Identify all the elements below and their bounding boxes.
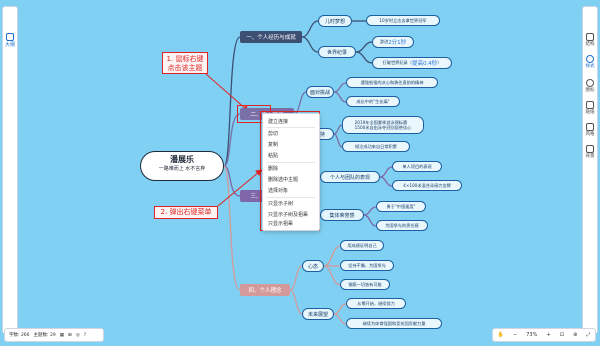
fit-icon[interactable]: ⊡ bbox=[560, 332, 564, 338]
menu-item-delete-selected[interactable]: 删除选中主题 bbox=[268, 176, 298, 183]
leaf-responsibility[interactable]: 为国争光的责任感 bbox=[376, 220, 428, 231]
topic-team-honor[interactable]: 集体荣誉感 bbox=[320, 209, 364, 221]
right-sidebar: 结构 样式 图标 贴纸 风格 背景 bbox=[582, 6, 598, 334]
outline-icon bbox=[6, 33, 14, 41]
root-title: 潘展乐 bbox=[170, 155, 194, 164]
leaf-prove-self[interactable]: 用成绩证明自己 bbox=[340, 240, 384, 251]
context-menu[interactable]: 建立连接 剪切 复制 粘贴 删除 删除选中主题 选择对象 只显示子树 只显示子树… bbox=[262, 113, 320, 231]
target-icon[interactable]: ◎ bbox=[76, 333, 80, 338]
status-bar: 字数: 266 主题数: 29 ▦ ⊞ ◎ ? bbox=[4, 328, 104, 342]
branch-philosophy[interactable]: 四、个人理念 bbox=[240, 284, 290, 296]
root-subtitle: 一路难而上 水不言弃 bbox=[158, 166, 206, 172]
leaf-break-record-value: 提高0.4秒 bbox=[411, 61, 438, 67]
menu-divider bbox=[267, 197, 315, 198]
topic-face-challenge[interactable]: 面对挑战 bbox=[306, 86, 334, 98]
menu-divider bbox=[267, 127, 315, 128]
emoji-label: 图标 bbox=[585, 88, 595, 93]
leaf-growing-pains[interactable]: 成长中的"生长痛" bbox=[346, 96, 400, 107]
menu-item-cut[interactable]: 剪切 bbox=[268, 130, 278, 137]
menu-item-show-ancestors[interactable]: 只显示祖辈 bbox=[268, 220, 293, 227]
leaf-swim-time[interactable]: 游进 2分1秒 bbox=[372, 36, 414, 48]
annotation-right-click-line2: 点击该主题 bbox=[167, 64, 203, 72]
structure-button[interactable]: 结构 bbox=[583, 33, 597, 47]
word-count: 字数: 266 bbox=[9, 333, 30, 338]
topic-count: 主题数: 29 bbox=[33, 333, 56, 338]
locate-icon[interactable]: ⊕ bbox=[573, 332, 577, 338]
hand-icon[interactable]: ✋ bbox=[498, 332, 504, 338]
leaf-determination[interactable]: 遇强愈强的决心和勇往直前的精神 bbox=[346, 77, 438, 88]
leaf-persevere[interactable]: 坚持不懈，为国争光 bbox=[340, 260, 394, 271]
sticker-label: 贴纸 bbox=[585, 110, 595, 115]
emoji-icon bbox=[586, 79, 594, 87]
leaf-childhood[interactable]: 10岁时立志去拿世界冠军 bbox=[366, 15, 440, 26]
leaf-break-record-suffix: ） bbox=[437, 60, 442, 65]
zoom-in-button[interactable]: + bbox=[546, 332, 550, 338]
leaf-break-record[interactable]: 打破世界纪录（ 提高0.4秒） bbox=[372, 57, 452, 69]
theme-button[interactable]: 风格 bbox=[583, 123, 597, 137]
structure-icon bbox=[586, 33, 594, 41]
menu-item-select-object[interactable]: 选择对象 bbox=[268, 187, 288, 194]
branch-achievements[interactable]: 一、个人经历与成就 bbox=[240, 31, 302, 43]
grid-icon[interactable]: ▦ bbox=[60, 333, 64, 338]
zoom-bar: ✋ − 73% + ⊡ ⊕ ⤢ bbox=[492, 328, 596, 342]
leaf-swim-time-prefix: 游进 bbox=[379, 39, 389, 44]
background-button[interactable]: 背景 bbox=[583, 145, 597, 159]
sticker-button[interactable]: 贴纸 bbox=[583, 101, 597, 115]
topic-future[interactable]: 未来展望 bbox=[302, 308, 334, 320]
outline-button[interactable]: 大纲 bbox=[3, 33, 17, 48]
left-sidebar: 大纲 bbox=[2, 6, 18, 334]
menu-item-show-subtree-ancestors[interactable]: 只显示子树及祖辈 bbox=[268, 211, 308, 218]
menu-divider bbox=[267, 162, 315, 163]
leaf-individual-event[interactable]: 单人项目的表现 bbox=[392, 161, 442, 172]
leaf-break-record-prefix: 打破世界纪录（ bbox=[382, 60, 412, 65]
topic-individual-team[interactable]: 个人与团队的表现 bbox=[320, 171, 380, 183]
menu-item-delete[interactable]: 删除 bbox=[268, 165, 278, 172]
leaf-sports-power[interactable]: 继续为体育强国和竞技国贡献力量 bbox=[346, 318, 442, 329]
theme-label: 风格 bbox=[585, 132, 595, 137]
style-button[interactable]: 样式 bbox=[583, 55, 597, 69]
layout-icon[interactable]: ⊞ bbox=[68, 333, 72, 338]
style-label: 样式 bbox=[585, 64, 595, 69]
root-topic[interactable]: 潘展乐 一路难而上 水不言弃 bbox=[140, 151, 224, 181]
leaf-china-speed[interactable]: 勇于"中国速度" bbox=[376, 201, 426, 212]
style-icon bbox=[586, 55, 594, 63]
menu-item-show-subtree[interactable]: 只显示子树 bbox=[268, 200, 293, 207]
mindmap-canvas[interactable]: 潘展乐 一路难而上 水不言弃 一、个人经历与成就 二、勇于挑战 三、团队协作 四… bbox=[0, 0, 600, 346]
background-icon bbox=[586, 145, 594, 153]
sticker-icon bbox=[586, 101, 594, 109]
zoom-level[interactable]: 73% bbox=[526, 332, 537, 338]
emoji-button[interactable]: 图标 bbox=[583, 79, 597, 93]
menu-item-copy[interactable]: 复制 bbox=[268, 141, 278, 148]
leaf-championship[interactable]: 2019年全国夏季游泳锦标赛 1500米自由泳夺冠别居绝佳心 bbox=[342, 116, 424, 134]
leaf-start-over[interactable]: 从零开始，继续努力 bbox=[346, 298, 406, 309]
annotation-right-click: 1. 鼠标右键 点击该主题 bbox=[162, 52, 208, 74]
zoom-out-button[interactable]: − bbox=[513, 332, 517, 338]
leaf-daily-effort[interactable]: 倾注成功来自日常积累 bbox=[342, 141, 410, 152]
annotation-right-click-line1: 1. 鼠标右键 bbox=[166, 55, 204, 63]
structure-label: 结构 bbox=[585, 42, 595, 47]
theme-icon bbox=[586, 123, 594, 131]
leaf-everything-possible[interactable]: 钢筋一切皆有可能 bbox=[340, 279, 390, 290]
background-label: 背景 bbox=[585, 154, 595, 159]
leaf-swim-time-value: 2分1秒 bbox=[388, 40, 407, 46]
topic-mindset[interactable]: 心态 bbox=[302, 260, 324, 272]
topic-childhood-dream[interactable]: 儿时梦想 bbox=[318, 15, 352, 27]
menu-item-create-link[interactable]: 建立连接 bbox=[268, 118, 288, 125]
outline-label: 大纲 bbox=[4, 42, 15, 48]
leaf-relay-gold[interactable]: 4×100米混合泳接力金牌 bbox=[392, 180, 462, 191]
topic-world-record[interactable]: 世界纪录 bbox=[318, 46, 356, 58]
annotation-context-menu: 2. 弹出右键菜单 bbox=[154, 206, 218, 219]
fullscreen-icon[interactable]: ⤢ bbox=[586, 332, 590, 338]
menu-item-paste[interactable]: 粘贴 bbox=[268, 152, 278, 159]
help-icon[interactable]: ? bbox=[84, 333, 86, 338]
